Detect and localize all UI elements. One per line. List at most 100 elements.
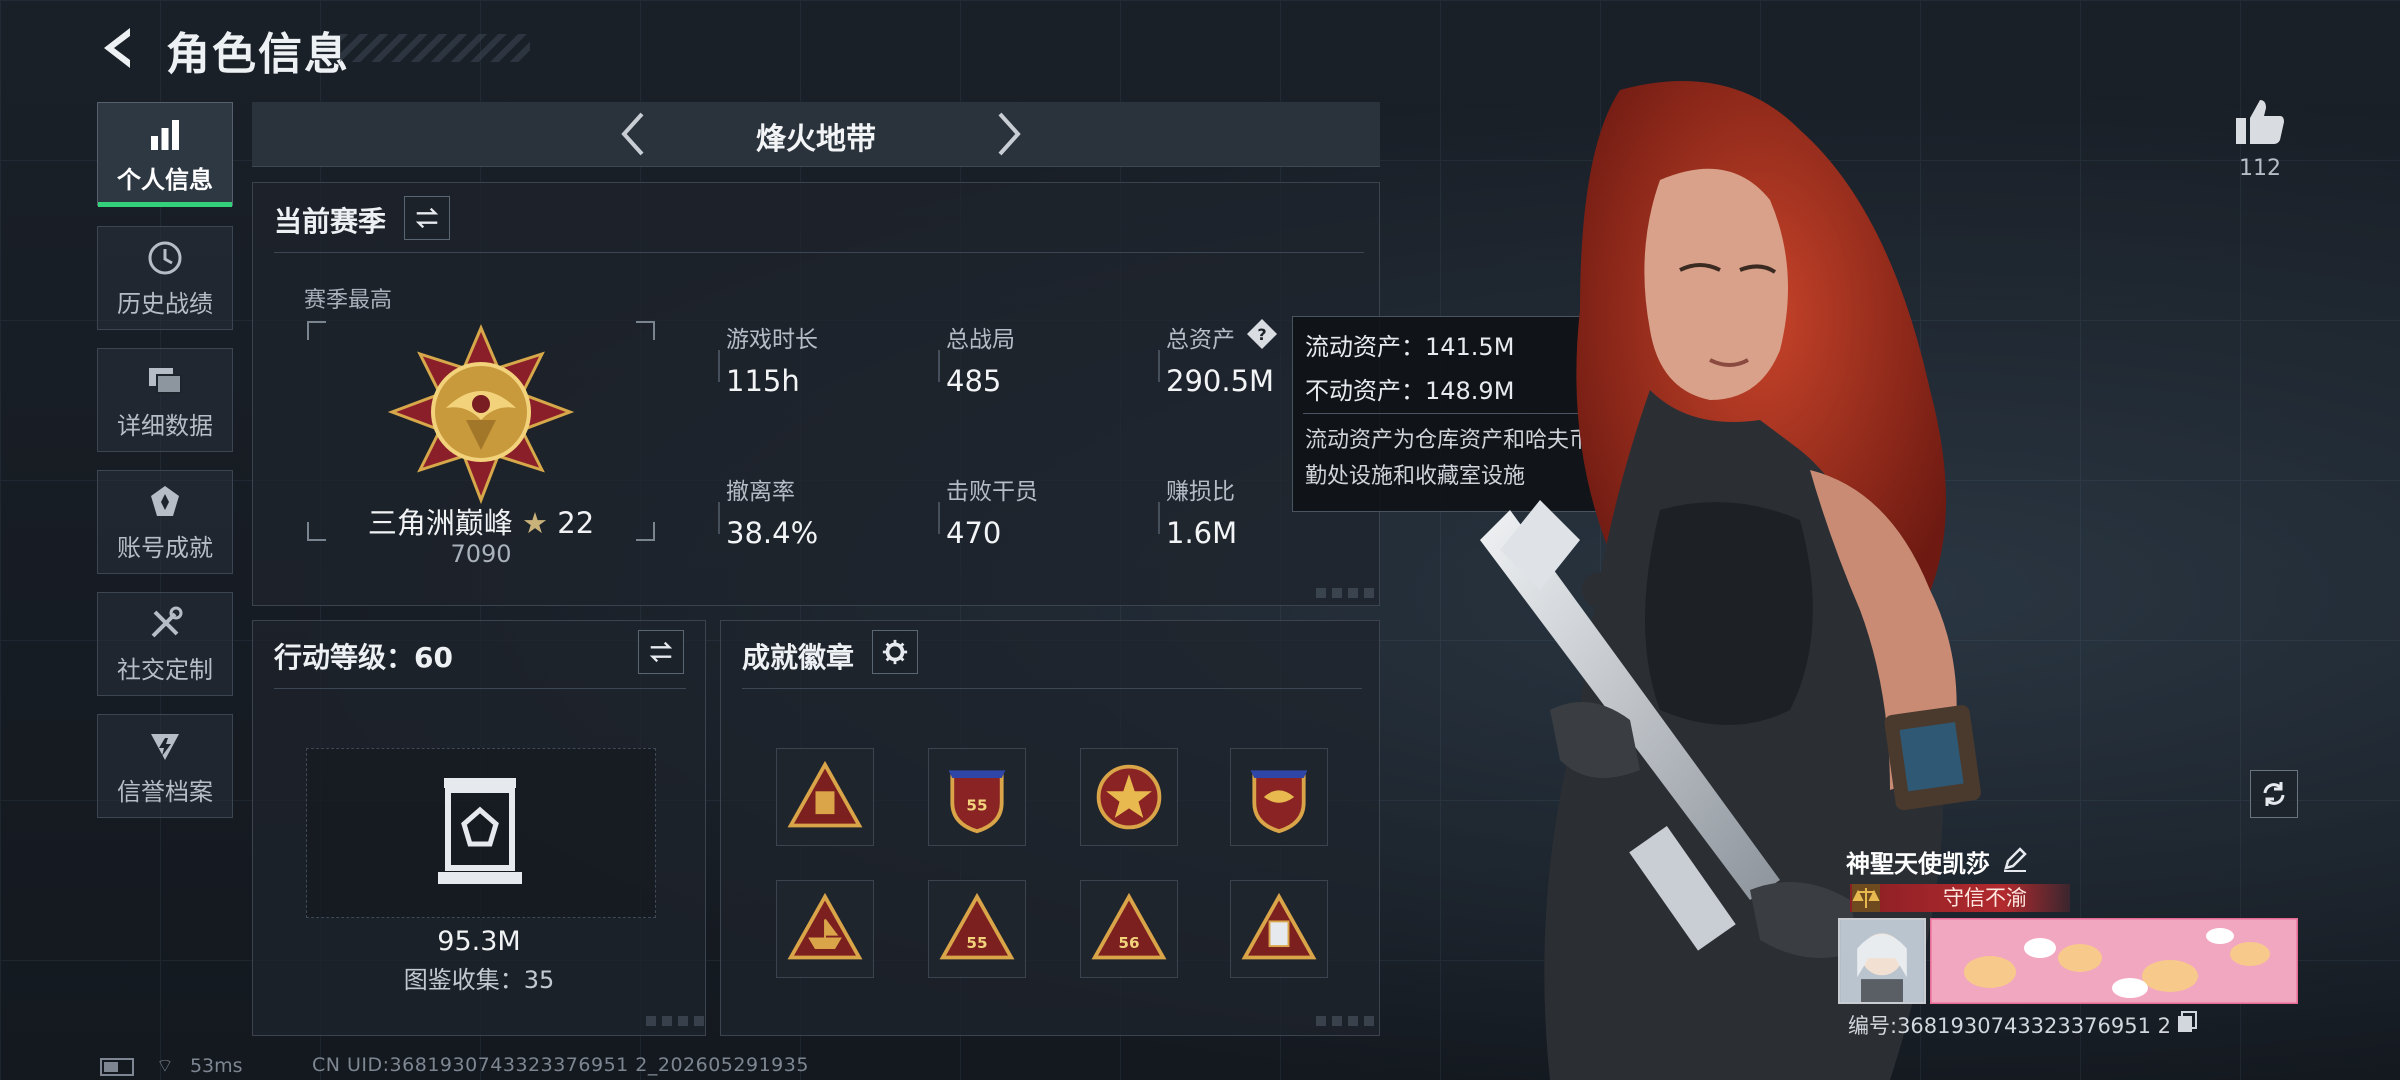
action-level-divider [274,688,686,689]
stat-label: 总战局 [946,327,1015,353]
mode-title: 烽火地带 [756,122,876,157]
sidebar-item-label: 信誉档案 [117,777,213,806]
sidebar-item-label: 社交定制 [117,655,213,684]
help-icon[interactable]: ? [1246,318,1278,350]
triangle-56-badge-icon: 56 [1091,892,1167,960]
cn-uid: CN UID:3681930743323376951 2_20260529193… [312,1054,809,1076]
badge-slot[interactable] [1230,880,1328,978]
rank-stars: 22 [557,506,595,540]
next-mode-button[interactable] [986,108,1030,160]
page-title: 角色信息 [166,29,350,80]
cards-icon [149,367,182,394]
scales-icon [1852,884,1880,912]
badge-slot[interactable] [776,880,874,978]
rank-emblem-icon [387,324,575,504]
title-decoration [340,34,530,62]
mode-selector: 烽火地带 [252,102,1380,167]
back-arrow-icon [104,28,130,68]
badges-settings-button[interactable] [872,630,918,674]
history-icon [148,241,182,274]
stat-total-matches: 总战局 485 [938,320,1015,398]
avatar[interactable] [1838,918,1926,1004]
badge-slot[interactable]: 55 [928,880,1026,978]
stat-label: 赚损比 [1166,479,1235,505]
svg-text:56: 56 [1118,934,1139,952]
crest-wings-badge-icon [1250,770,1308,834]
stat-value: 470 [946,516,1002,550]
stat-value: 485 [946,364,1002,398]
rank-name: 三角洲巅峰 ★ 22 [306,500,656,542]
thumbs-up-icon [2236,100,2284,144]
achievement-icon [151,485,179,516]
season-switch-button[interactable] [404,196,450,240]
wifi-icon: ⌔ [156,1055,174,1077]
refresh-button[interactable] [2250,770,2298,818]
stat-label: 游戏时长 [726,327,818,353]
back-button[interactable] [96,22,140,74]
stat-profit-loss: 赚损比 1.6M [1157,472,1238,550]
badge-slot[interactable] [776,748,874,846]
rank-title: 三角洲巅峰 [367,506,513,540]
season-best-label: 赛季最高 [304,288,393,313]
stat-extraction-rate: 撤离率 38.4% [717,472,819,550]
stat-value: 115h [726,364,800,398]
action-level-switch-button[interactable] [638,630,684,674]
chevron-right-icon [998,112,1021,156]
svg-text:?: ? [1257,325,1266,344]
sidebar-item-label: 账号成就 [117,533,213,562]
player-id: 编号:3681930743323376951 2 [1848,1014,2171,1038]
rank-star-icon: ★ [522,506,549,540]
badge-slot[interactable]: 56 [1080,880,1178,978]
sidebar-item-label: 个人信息 [117,165,213,194]
codex-collection-count: 图鉴收集：35 [403,966,555,994]
edit-icon[interactable] [2000,844,2030,874]
stat-label: 击败干员 [946,479,1038,505]
sidebar-item-label: 详细数据 [117,411,213,440]
panel-corner-decoration [646,1016,706,1026]
codex-value: 95.3M [437,926,521,957]
avatar-portrait [1840,920,1924,1002]
stat-value: 1.6M [1166,516,1238,550]
cat-banner-image [1930,918,2298,1004]
like-button[interactable]: 112 [2232,96,2288,181]
stat-value: 290.5M [1166,364,1275,398]
stat-value: 38.4% [726,516,819,550]
crest-55-badge-icon: 55 [948,770,1006,834]
sidebar-item-personal-info[interactable]: 个人信息 [97,102,233,207]
reputation-icon [151,733,179,760]
sidebar-item-history[interactable]: 历史战绩 [97,226,233,330]
swap-icon [649,641,673,663]
stat-play-time: 游戏时长 115h [718,320,818,398]
rank-score: 7090 [450,540,512,568]
copy-icon[interactable] [2176,1010,2198,1034]
battery-icon [100,1057,134,1076]
season-divider [274,252,1364,253]
badges-title: 成就徽章 [742,641,855,674]
sidebar-item-social[interactable]: 社交定制 [97,592,233,696]
sidebar-item-achievements[interactable]: 账号成就 [97,470,233,574]
star-round-badge-icon [1096,764,1162,830]
sidebar-item-detailed-data[interactable]: 详细数据 [97,348,233,452]
stat-operators-defeated: 击败干员 470 [938,472,1038,550]
sidebar-item-label: 历史战绩 [117,289,213,318]
badge-slot[interactable] [1080,748,1178,846]
badge-slot[interactable] [1230,748,1328,846]
refresh-icon [2263,782,2285,806]
ping-value: 53ms [189,1055,243,1077]
action-level-title: 行动等级：60 [274,641,453,674]
triangle-55-badge-icon: 55 [939,892,1015,960]
triangle-bag-badge-icon [787,760,863,828]
triangle-boat-badge-icon [787,892,863,960]
svg-text:55: 55 [966,796,987,814]
badges-divider [742,688,1362,689]
likes-count: 112 [2239,156,2281,181]
badge-slot[interactable]: 55 [928,748,1026,846]
swap-icon [415,207,439,229]
sidebar-item-reputation[interactable]: 信誉档案 [97,714,233,818]
player-name: 神聖天使凯莎 [1846,850,1990,878]
svg-text:55: 55 [966,934,987,952]
status-bar: ⌔ 53ms [100,1054,243,1078]
bar-chart-icon [151,119,179,150]
profile-card-banner[interactable] [1930,918,2298,1004]
stat-label: 撤离率 [726,479,795,505]
